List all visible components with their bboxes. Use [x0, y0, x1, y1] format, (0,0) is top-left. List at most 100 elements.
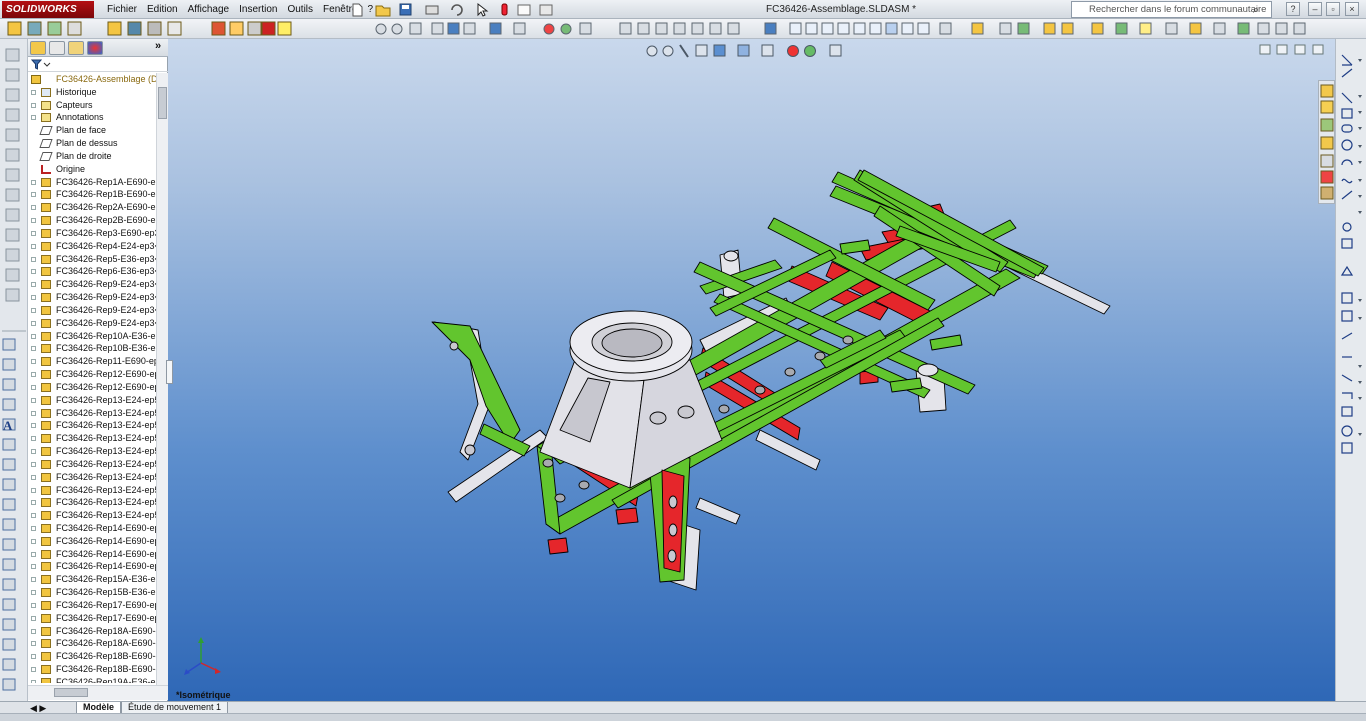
tree-item[interactable]: Capteurs [28, 99, 156, 112]
expand-toggle-icon[interactable] [31, 115, 36, 121]
tree-item[interactable]: Plan de dessus [28, 137, 156, 150]
tree-item[interactable]: Plan de face [28, 124, 156, 137]
task-pane-icons[interactable] [1319, 81, 1336, 205]
expand-toggle-icon[interactable] [31, 461, 36, 467]
expand-toggle-icon[interactable] [31, 333, 36, 339]
expand-toggle-icon[interactable] [31, 384, 36, 390]
expand-toggle-icon[interactable] [31, 243, 36, 249]
search-icon[interactable]: ⌕ [1253, 3, 1259, 18]
expand-toggle-icon[interactable] [31, 192, 36, 198]
tree-root[interactable]: FC36426-Assemblage (Déf [28, 73, 156, 86]
expand-toggle-icon[interactable] [31, 372, 36, 378]
filter-icon[interactable] [28, 57, 58, 72]
tree-component-item[interactable]: FC36426-Rep13-E24-ep5<4 [28, 432, 156, 445]
expand-toggle-icon[interactable] [31, 102, 36, 108]
tree-component-item[interactable]: FC36426-Rep4-E24-ep3<1: [28, 240, 156, 253]
menu-outils[interactable]: Outils [282, 0, 318, 19]
expand-toggle-icon[interactable] [31, 590, 36, 596]
panel-splitter-handle[interactable] [166, 360, 173, 384]
minimize-icon[interactable]: – [1308, 2, 1322, 16]
command-toolbar-icons[interactable] [0, 19, 1366, 39]
quick-access-toolbar[interactable] [350, 2, 600, 17]
configuration-manager-tab[interactable] [68, 41, 84, 55]
expand-toggle-icon[interactable] [31, 564, 36, 570]
tree-component-item[interactable]: FC36426-Rep5-E36-ep3<1: [28, 253, 156, 266]
expand-toggle-icon[interactable] [31, 295, 36, 301]
menu-affichage[interactable]: Affichage [183, 0, 235, 19]
expand-toggle-icon[interactable] [31, 423, 36, 429]
expand-toggle-icon[interactable] [31, 397, 36, 403]
tree-item[interactable]: Origine [28, 163, 156, 176]
tree-component-item[interactable]: FC36426-Rep15A-E36-ep3< [28, 573, 156, 586]
expand-toggle-icon[interactable] [31, 577, 36, 583]
expand-toggle-icon[interactable] [31, 449, 36, 455]
tree-component-item[interactable]: FC36426-Rep18B-E690-ep3 [28, 650, 156, 663]
graphics-area[interactable] [168, 39, 1335, 703]
tree-component-item[interactable]: FC36426-Rep14-E690-ep3< [28, 522, 156, 535]
expand-panel-icon[interactable]: » [155, 40, 161, 52]
tree-component-item[interactable]: FC36426-Rep3-E690-ep3<1 [28, 227, 156, 240]
expand-toggle-icon[interactable] [31, 602, 36, 608]
expand-toggle-icon[interactable] [31, 230, 36, 236]
tree-item[interactable]: Annotations [28, 111, 156, 124]
tree-component-item[interactable]: FC36426-Rep1B-E690-ep3< [28, 188, 156, 201]
tree-component-item[interactable]: FC36426-Rep14-E690-ep3< [28, 560, 156, 573]
tree-component-item[interactable]: FC36426-Rep17-E690-ep3< [28, 599, 156, 612]
tree-component-item[interactable]: FC36426-Rep10A-E36-ep3< [28, 330, 156, 343]
expand-toggle-icon[interactable] [31, 513, 36, 519]
tree-component-item[interactable]: FC36426-Rep9-E24-ep3<4: [28, 317, 156, 330]
search-input[interactable]: Rechercher dans le forum communautaire ⌕ [1071, 1, 1272, 18]
restore-icon[interactable]: ▫ [1326, 2, 1340, 16]
expand-toggle-icon[interactable] [31, 218, 36, 224]
expand-toggle-icon[interactable] [31, 487, 36, 493]
sketch-tool-icons[interactable] [1336, 39, 1366, 705]
feature-manager-tab[interactable] [30, 41, 46, 55]
tree-component-item[interactable]: FC36426-Rep18A-E690-ep3 [28, 625, 156, 638]
tree-component-item[interactable]: FC36426-Rep14-E690-ep3< [28, 548, 156, 561]
display-manager-tab[interactable] [87, 41, 103, 55]
tree-component-item[interactable]: FC36426-Rep12-E690-ep3< [28, 381, 156, 394]
expand-toggle-icon[interactable] [31, 641, 36, 647]
tree-component-item[interactable]: FC36426-Rep18B-E690-ep3 [28, 663, 156, 676]
expand-toggle-icon[interactable] [31, 89, 36, 95]
tree-component-item[interactable]: FC36426-Rep14-E690-ep3< [28, 535, 156, 548]
property-manager-tab[interactable] [49, 41, 65, 55]
left-toolbar-icons[interactable]: A [0, 39, 28, 705]
menu-fichier[interactable]: Fichier [102, 0, 142, 19]
expand-toggle-icon[interactable] [31, 256, 36, 262]
tree-component-item[interactable]: FC36426-Rep15B-E36-ep3< [28, 586, 156, 599]
tree-component-item[interactable]: FC36426-Rep13-E24-ep5<5 [28, 445, 156, 458]
tree-component-item[interactable]: FC36426-Rep13-E24-ep5<9 [28, 496, 156, 509]
expand-toggle-icon[interactable] [31, 525, 36, 531]
menu-insertion[interactable]: Insertion [234, 0, 282, 19]
expand-toggle-icon[interactable] [31, 410, 36, 416]
expand-toggle-icon[interactable] [31, 436, 36, 442]
tree-component-item[interactable]: FC36426-Rep17-E690-ep3< [28, 612, 156, 625]
expand-toggle-icon[interactable] [31, 359, 36, 365]
tree-component-item[interactable]: FC36426-Rep18A-E690-ep3 [28, 637, 156, 650]
tree-component-item[interactable]: FC36426-Rep13-E24-ep5<1 [28, 394, 156, 407]
tree-component-item[interactable]: FC36426-Rep9-E24-ep3<1: [28, 278, 156, 291]
tree-component-item[interactable]: FC36426-Rep2A-E690-ep3< [28, 201, 156, 214]
tree-component-item[interactable]: FC36426-Rep9-E24-ep3<3: [28, 304, 156, 317]
tree-component-item[interactable]: FC36426-Rep10B-E36-ep3< [28, 342, 156, 355]
tree-component-item[interactable]: FC36426-Rep1A-E690-ep3< [28, 176, 156, 189]
expand-toggle-icon[interactable] [31, 679, 36, 683]
tree-item[interactable]: Plan de droite [28, 150, 156, 163]
expand-toggle-icon[interactable] [31, 320, 36, 326]
tree-component-item[interactable]: FC36426-Rep9-E24-ep3<2: [28, 291, 156, 304]
expand-toggle-icon[interactable] [31, 474, 36, 480]
tree-component-item[interactable]: FC36426-Rep2B-E690-ep3< [28, 214, 156, 227]
tree-component-item[interactable]: FC36426-Rep13-E24-ep5<1 [28, 509, 156, 522]
tree-component-item[interactable]: FC36426-Rep19A-E36-ep3< [28, 676, 156, 683]
tree-item[interactable]: Historique [28, 86, 156, 99]
tree-scroll-thumb[interactable] [158, 87, 167, 119]
close-icon[interactable]: × [1345, 2, 1359, 16]
tree-component-item[interactable]: FC36426-Rep12-E690-ep3< [28, 368, 156, 381]
expand-toggle-icon[interactable] [31, 346, 36, 352]
tree-component-item[interactable]: FC36426-Rep13-E24-ep5<7 [28, 471, 156, 484]
tree-component-item[interactable]: FC36426-Rep6-E36-ep3<1: [28, 265, 156, 278]
expand-toggle-icon[interactable] [31, 654, 36, 660]
help-icon[interactable]: ? [1286, 2, 1300, 16]
expand-toggle-icon[interactable] [31, 179, 36, 185]
